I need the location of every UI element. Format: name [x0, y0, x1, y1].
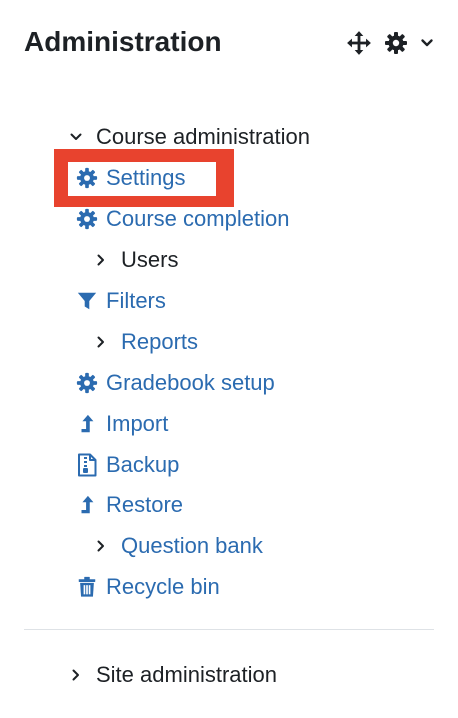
level-up-icon	[76, 494, 98, 516]
tree-item-site-administration[interactable]: Site administration	[68, 660, 277, 690]
filters-link[interactable]: Filters	[106, 286, 166, 316]
reports-link[interactable]: Reports	[121, 327, 198, 357]
tree-item-import[interactable]: Import	[76, 409, 168, 439]
gradebook-setup-link[interactable]: Gradebook setup	[106, 368, 275, 398]
chevron-right-icon	[93, 252, 109, 268]
recycle-bin-link[interactable]: Recycle bin	[106, 572, 220, 602]
section-divider	[24, 629, 434, 630]
gear-icon	[76, 167, 98, 189]
import-link[interactable]: Import	[106, 409, 168, 439]
tree-item-question-bank[interactable]: Question bank	[93, 531, 263, 561]
question-bank-link[interactable]: Question bank	[121, 531, 263, 561]
course-completion-link[interactable]: Course completion	[106, 204, 289, 234]
chevron-down-icon[interactable]	[420, 36, 434, 50]
chevron-down-icon	[68, 129, 84, 145]
tree-item-restore[interactable]: Restore	[76, 490, 183, 520]
tree-item-label: Course administration	[96, 124, 310, 149]
gear-icon	[76, 372, 98, 394]
chevron-right-icon	[93, 334, 109, 350]
file-archive-icon	[76, 453, 98, 477]
backup-link[interactable]: Backup	[106, 450, 179, 480]
tree-item-settings[interactable]: Settings	[76, 163, 186, 193]
chevron-right-icon	[93, 538, 109, 554]
tree-item-backup[interactable]: Backup	[76, 450, 179, 480]
tree-item-course-administration[interactable]: Course administration	[68, 122, 310, 152]
move-icon[interactable]	[346, 30, 372, 56]
tree-item-filters[interactable]: Filters	[76, 286, 166, 316]
block-controls	[346, 30, 434, 56]
tree-item-course-completion[interactable]: Course completion	[76, 204, 289, 234]
tree-item-reports[interactable]: Reports	[93, 327, 198, 357]
trash-icon	[76, 576, 98, 598]
level-up-icon	[76, 413, 98, 435]
gear-icon[interactable]	[384, 31, 408, 55]
block-title: Administration	[24, 26, 222, 57]
restore-link[interactable]: Restore	[106, 490, 183, 520]
tree-item-label: Users	[121, 247, 179, 272]
chevron-right-icon	[68, 667, 84, 683]
administration-block: Administration Course administration Set…	[0, 0, 458, 718]
tree-item-label: Site administration	[96, 662, 277, 687]
tree-item-users[interactable]: Users	[93, 245, 178, 275]
gear-icon	[76, 208, 98, 230]
tree-item-gradebook-setup[interactable]: Gradebook setup	[76, 368, 275, 398]
settings-link[interactable]: Settings	[106, 163, 186, 193]
tree-item-recycle-bin[interactable]: Recycle bin	[76, 572, 220, 602]
filter-icon	[76, 290, 98, 312]
